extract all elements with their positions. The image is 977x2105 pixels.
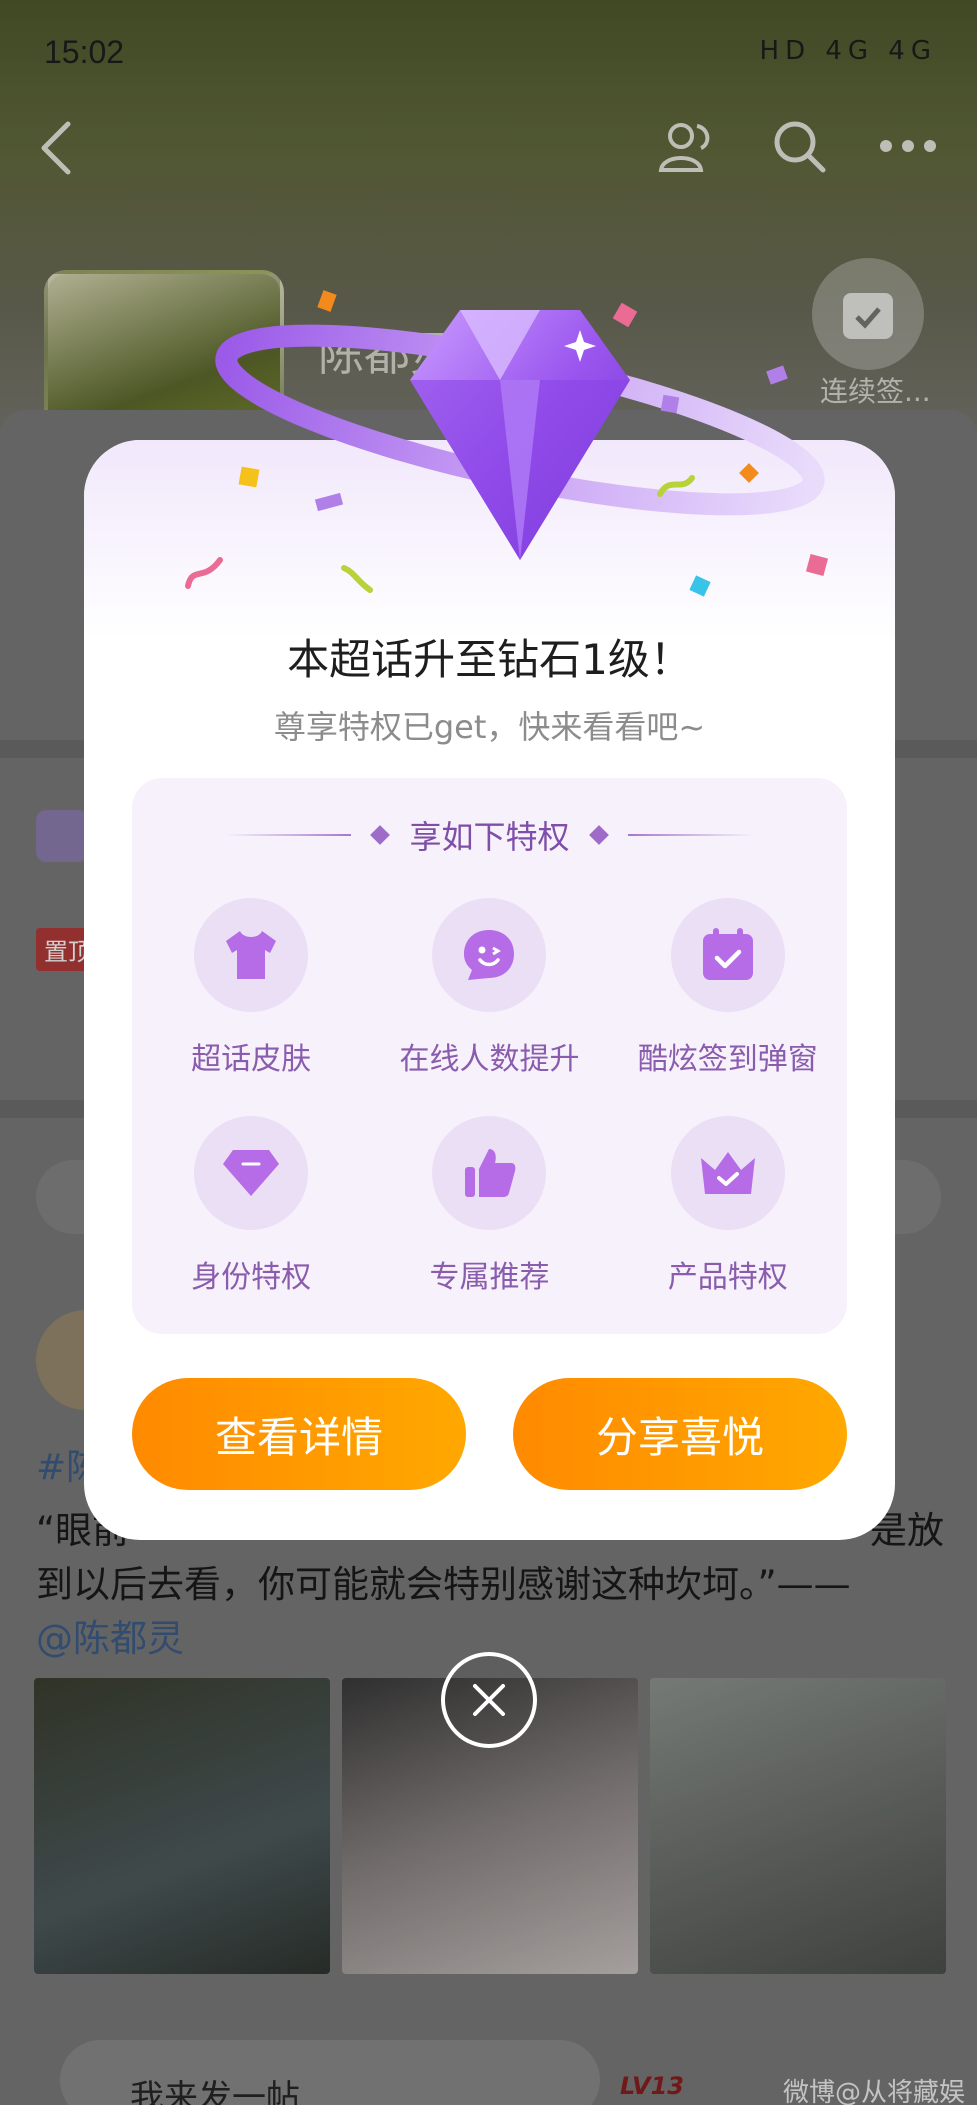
privilege-item-skin[interactable]: 超话皮肤 (132, 898, 370, 1078)
close-modal-button[interactable] (441, 1652, 537, 1748)
calendar-check-icon (702, 928, 753, 980)
privilege-label: 身份特权 (191, 1260, 312, 1295)
privileges-header: 享如下特权 (132, 810, 847, 860)
confetti-ribbon (185, 557, 223, 589)
diamond-planet-illustration (215, 310, 825, 560)
crown-icon (700, 1152, 755, 1194)
header-decor-diamond (588, 825, 609, 845)
privileges-grid: 超话皮肤 在线人数提升 酷炫签到弹窗 身份特权 专属推荐 产品特权 (132, 898, 847, 1296)
shirt-icon (226, 931, 277, 979)
privilege-item-identity[interactable]: 身份特权 (132, 1116, 370, 1296)
privilege-item-checkin[interactable]: 酷炫签到弹窗 (609, 898, 847, 1078)
thumbs-up-icon (465, 1149, 516, 1197)
privilege-item-online[interactable]: 在线人数提升 (370, 898, 608, 1078)
privileges-panel: 享如下特权 超话皮肤 在线人数提升 酷炫签到弹窗 身份特权 专属推荐 产品特权 (132, 778, 847, 1334)
share-joy-button[interactable]: 分享喜悦 (513, 1378, 847, 1490)
confetti-ribbon (657, 475, 695, 497)
view-details-button[interactable]: 查看详情 (132, 1378, 466, 1490)
close-icon (473, 1684, 505, 1716)
modal-title: 本超话升至钻石1级！ (287, 635, 692, 684)
modal-subtitle: 尊享特权已get，快来看看吧~ (273, 708, 706, 746)
privilege-item-product[interactable]: 产品特权 (609, 1116, 847, 1296)
chat-bubble-icon (464, 930, 515, 980)
privileges-header-text: 享如下特权 (409, 818, 570, 856)
privilege-label: 超话皮肤 (191, 1042, 312, 1077)
header-decor-line (225, 834, 352, 836)
privilege-item-recommend[interactable]: 专属推荐 (370, 1116, 608, 1296)
confetti-piece (660, 394, 680, 414)
level-up-modal: 本超话升至钻石1级！ 尊享特权已get，快来看看吧~ 享如下特权 超话皮肤 在线… (84, 440, 895, 1540)
confetti-piece (238, 466, 260, 488)
privilege-label: 专属推荐 (429, 1260, 550, 1295)
header-decor-line (627, 834, 754, 836)
privilege-label: 在线人数提升 (399, 1042, 580, 1077)
confetti-ribbon (341, 565, 373, 593)
privilege-label: 酷炫签到弹窗 (637, 1042, 818, 1077)
header-decor-diamond (370, 825, 391, 845)
privilege-label: 产品特权 (667, 1260, 788, 1295)
diamond-icon (223, 1150, 280, 1196)
